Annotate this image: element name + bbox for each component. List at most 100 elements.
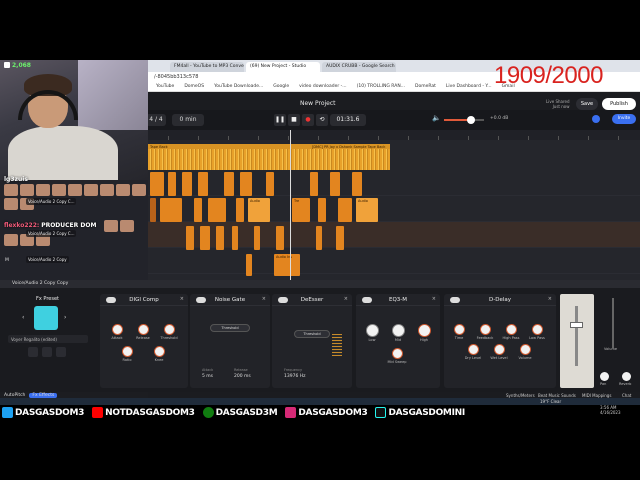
low-knob[interactable] — [366, 324, 379, 337]
audio-clip[interactable] — [150, 198, 156, 222]
track-lane[interactable] — [148, 170, 640, 196]
invite-button[interactable]: Invite — [612, 114, 636, 124]
high-pass-knob[interactable] — [506, 324, 517, 335]
bookmark[interactable]: YouTube Downloade... — [214, 84, 263, 89]
audio-clip[interactable] — [318, 198, 326, 222]
channel-fader-handle[interactable] — [570, 322, 583, 328]
audio-clip[interactable] — [198, 172, 208, 196]
audio-clip[interactable] — [200, 226, 210, 250]
bookmark[interactable]: (10) TROLLING RAN... — [357, 84, 405, 89]
feedback-knob[interactable] — [480, 324, 491, 335]
pause-icon[interactable]: ❚❚ — [274, 114, 286, 126]
audio-clip[interactable] — [246, 254, 252, 276]
close-icon[interactable]: × — [548, 296, 552, 302]
low-pass-knob[interactable] — [532, 324, 543, 335]
tempo-field[interactable]: 0 min — [172, 114, 204, 126]
channel-strip — [560, 294, 594, 388]
audio-clip[interactable] — [182, 172, 192, 196]
stop-icon[interactable]: ■ — [288, 114, 300, 126]
wet-level-knob[interactable] — [494, 344, 505, 355]
reverb-knob[interactable] — [622, 372, 631, 381]
audio-clip[interactable] — [216, 226, 224, 250]
chat-username: flexko222: — [4, 222, 40, 229]
preset-select[interactable]: Voyer Regalito (edited) — [8, 335, 88, 343]
volume-icon[interactable]: 🔈 — [432, 114, 441, 122]
audio-clip[interactable] — [330, 172, 340, 196]
bookmark[interactable]: Google — [273, 84, 289, 89]
release-knob[interactable] — [138, 324, 149, 335]
threshold-control[interactable]: Threshold — [294, 330, 330, 338]
weather[interactable]: 19°F Clear — [540, 399, 561, 404]
attack-knob[interactable] — [112, 324, 123, 335]
audio-clip[interactable] — [352, 172, 362, 196]
audio-clip[interactable] — [224, 172, 234, 196]
threshold-control[interactable]: Threshold — [210, 324, 250, 332]
audio-clip[interactable] — [168, 172, 176, 196]
audio-clip[interactable] — [240, 172, 252, 196]
share-preset-icon[interactable] — [42, 347, 52, 357]
release-value[interactable]: 200 ms — [234, 374, 251, 379]
close-icon[interactable]: × — [262, 296, 266, 302]
browser-tab[interactable]: AUDIX CRUBB - Google Search — [322, 62, 396, 72]
volume-slider-handle[interactable] — [467, 116, 475, 124]
avatar[interactable] — [592, 115, 600, 123]
bookmark[interactable]: DomeRat — [415, 84, 436, 89]
browser-tab[interactable]: FM4all - YouTube to MP3 Conve — [170, 62, 244, 72]
audio-clip[interactable] — [316, 226, 322, 250]
knee-knob[interactable] — [154, 346, 165, 357]
time-signature[interactable]: 4 / 4 — [146, 114, 166, 126]
browser-tab-active[interactable]: (69) New Project - Studio — [246, 62, 320, 72]
audio-clip[interactable] — [208, 198, 226, 222]
audio-clip[interactable] — [186, 226, 194, 250]
bookmark[interactable]: DomeOS — [184, 84, 204, 89]
high-knob[interactable] — [418, 324, 431, 337]
record-icon[interactable]: ● — [302, 114, 314, 126]
master-volume-slider[interactable] — [612, 298, 614, 348]
audio-clip[interactable] — [194, 198, 202, 222]
channel-fader-track[interactable] — [575, 306, 578, 366]
next-preset-icon[interactable]: › — [64, 314, 66, 321]
playhead[interactable] — [290, 130, 291, 280]
bookmark[interactable]: YouTube — [156, 84, 174, 89]
close-icon[interactable]: × — [180, 296, 184, 302]
chat-message: flexko222: PRODUCER DOM — [4, 222, 96, 229]
close-icon[interactable]: × — [432, 296, 436, 302]
audio-clip[interactable] — [310, 172, 318, 196]
track-name[interactable]: Voice/Audio 2 Copy C... — [26, 230, 77, 237]
preset-thumbnail[interactable] — [34, 306, 58, 330]
mid-sweep-knob[interactable] — [392, 348, 403, 359]
bookmark[interactable]: Live Dashboard - Y... — [446, 84, 492, 89]
track-name[interactable]: Voice/Audio 2 Copy — [26, 256, 69, 263]
audio-clip[interactable] — [276, 226, 284, 250]
audio-clip[interactable] — [336, 226, 344, 250]
audio-clip[interactable] — [236, 198, 244, 222]
publish-button[interactable]: Publish — [602, 98, 636, 110]
time-knob[interactable] — [454, 324, 465, 335]
audio-clip[interactable] — [150, 172, 164, 196]
more-icon[interactable] — [56, 347, 66, 357]
audio-clip[interactable] — [232, 226, 238, 250]
timeline-ruler[interactable] — [148, 130, 640, 140]
loop-icon[interactable]: ⟲ — [316, 114, 328, 126]
frequency-value[interactable]: 13976 Hz — [284, 374, 306, 379]
audio-clip[interactable] — [254, 226, 260, 250]
audio-clip[interactable] — [160, 198, 182, 222]
volume-knob[interactable] — [520, 344, 531, 355]
audio-clip[interactable] — [338, 198, 352, 222]
ratio-knob[interactable] — [122, 346, 133, 357]
audio-clip[interactable] — [266, 172, 274, 196]
save-preset-icon[interactable] — [28, 347, 38, 357]
track-lane[interactable] — [148, 248, 640, 274]
close-icon[interactable]: × — [344, 296, 348, 302]
dry-level-knob[interactable] — [468, 344, 479, 355]
bookmark[interactable]: video downloader -... — [299, 84, 346, 89]
save-button[interactable]: Save — [576, 98, 598, 110]
pan-knob[interactable] — [600, 372, 609, 381]
knob-label: High — [419, 338, 429, 342]
attack-value[interactable]: 5 ms — [202, 374, 213, 379]
clip-label: Audio — [250, 199, 260, 203]
prev-preset-icon[interactable]: ‹ — [22, 314, 24, 321]
mid-knob[interactable] — [392, 324, 405, 337]
threshold-knob[interactable] — [164, 324, 175, 335]
track-name[interactable]: Voice/Audio 2 Copy C... — [26, 198, 77, 205]
